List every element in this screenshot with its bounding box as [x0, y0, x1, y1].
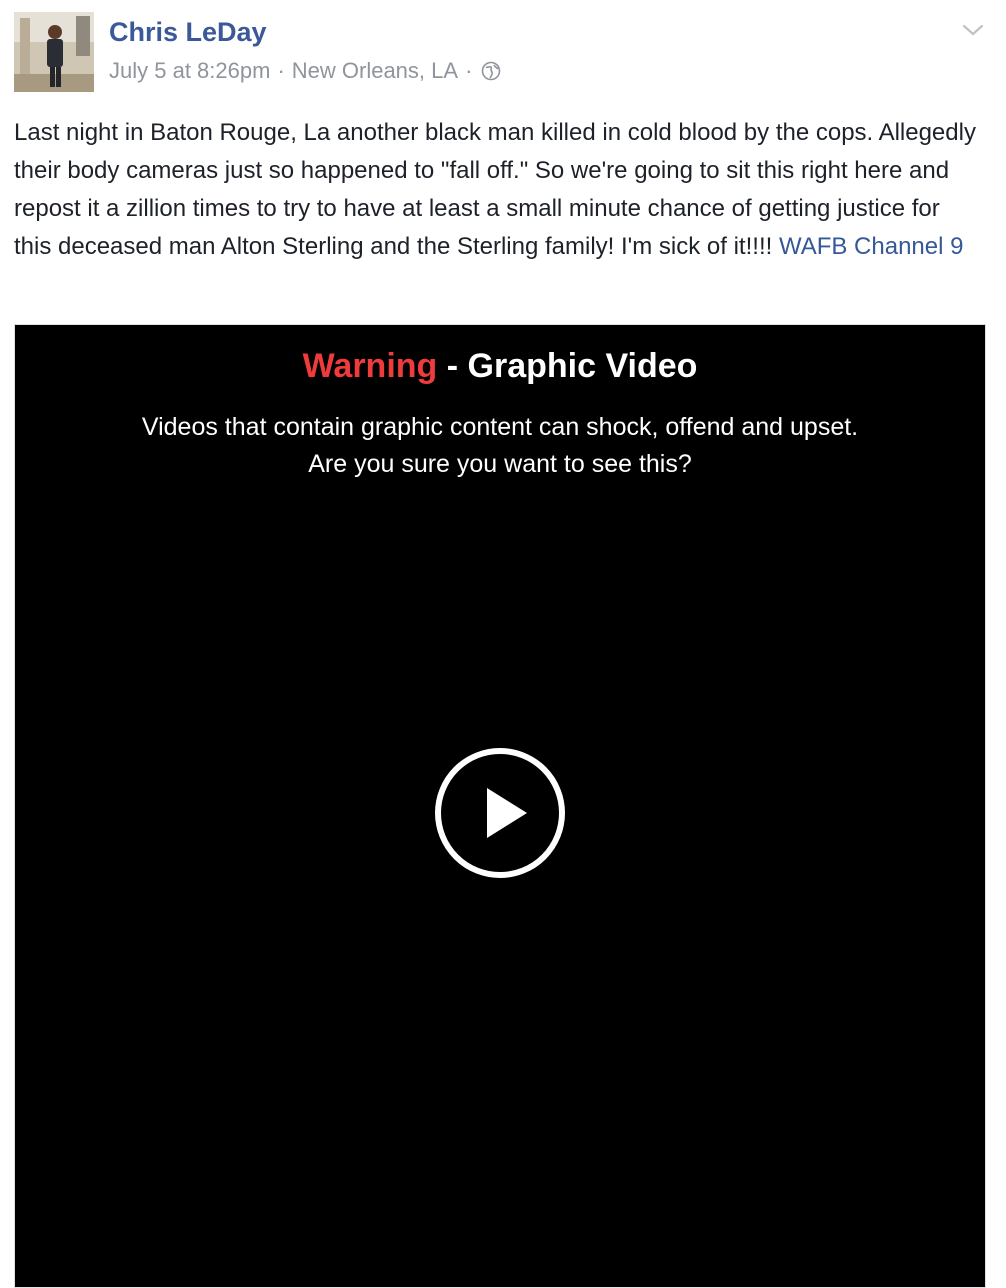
tagged-page-link[interactable]: WAFB Channel 9 [779, 233, 964, 260]
post-header: Chris LeDay July 5 at 8:26pm · New Orlea… [14, 12, 994, 92]
meta-separator: · [277, 58, 285, 83]
globe-icon[interactable] [481, 61, 501, 81]
chevron-down-icon[interactable] [960, 20, 986, 40]
play-icon[interactable] [433, 746, 567, 880]
facebook-post: Chris LeDay July 5 at 8:26pm · New Orlea… [0, 0, 1006, 1288]
warning-question-line: Are you sure you want to see this? [308, 450, 692, 478]
post-text: Last night in Baton Rouge, La another bl… [14, 114, 979, 266]
post-meta: July 5 at 8:26pm · New Orleans, LA · [109, 58, 501, 84]
author-name-link[interactable]: Chris LeDay [109, 17, 267, 48]
post-timestamp-link[interactable]: July 5 at 8:26pm [109, 58, 270, 84]
warning-label: Warning [302, 347, 438, 385]
avatar[interactable] [14, 12, 94, 92]
meta-separator: · [465, 58, 473, 83]
warning-description: Videos that contain graphic content can … [15, 409, 985, 483]
video-player[interactable]: Warning - Graphic Video Videos that cont… [14, 324, 986, 1288]
post-location-link[interactable]: New Orleans, LA [292, 58, 458, 84]
avatar-image [14, 12, 94, 92]
warning-description-line: Videos that contain graphic content can … [141, 413, 859, 441]
warning-title: Warning - Graphic Video [15, 347, 985, 386]
warning-subtitle: - Graphic Video [437, 347, 698, 385]
